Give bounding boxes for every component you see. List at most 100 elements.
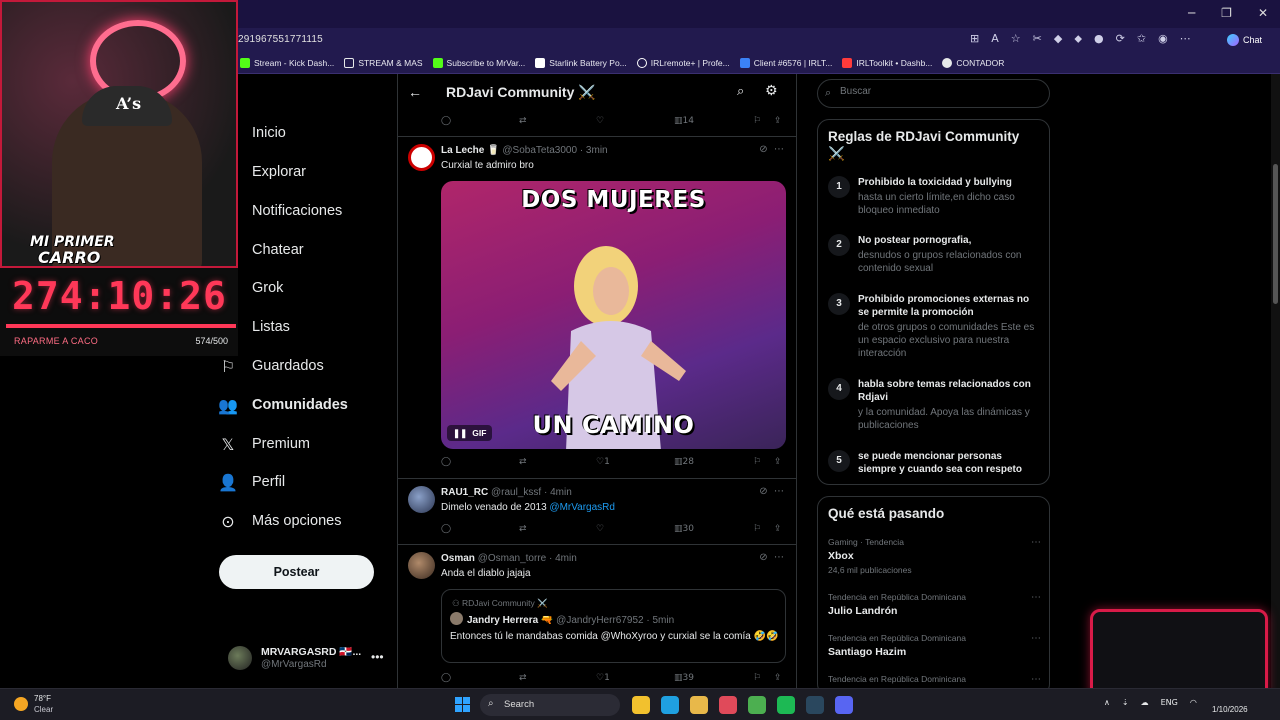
bookmark-item[interactable]: IRLToolkit • Dashb...	[842, 57, 932, 68]
reply-icon[interactable]: ◯	[441, 673, 451, 683]
account-switcher[interactable]: MRVARGASRD 🇩🇴... @MrVargasRd •••	[228, 644, 388, 674]
copilot-chat-button[interactable]: Chat	[1221, 31, 1268, 49]
views-icon[interactable]: ▥ 39	[674, 673, 694, 683]
more-icon[interactable]: ⋯	[1031, 633, 1041, 644]
views-icon[interactable]: ▥ 14	[674, 116, 694, 126]
share-icon[interactable]: ⇪	[774, 457, 782, 467]
extension-icon[interactable]: ◆	[1054, 32, 1062, 46]
cloud-icon[interactable]: ☁	[1141, 698, 1149, 707]
folder-icon[interactable]	[690, 696, 708, 714]
bookmark-icon[interactable]: ⚐	[753, 457, 761, 467]
page-scrollbar[interactable]	[1271, 74, 1280, 694]
grok-icon[interactable]: ⊘	[759, 486, 767, 497]
gear-icon[interactable]: ⚙	[765, 83, 778, 99]
nav-item-mas-opciones[interactable]: ⊙ Más opciones	[218, 502, 341, 540]
post-button[interactable]: Postear	[219, 555, 374, 589]
retweet-icon[interactable]: ⇄	[519, 457, 527, 467]
trend-item[interactable]: Tendencia en República Dominicana Julio …	[828, 592, 1043, 617]
discord-icon[interactable]	[835, 696, 853, 714]
edge-icon[interactable]	[661, 696, 679, 714]
nav-item-perfil[interactable]: 👤 Perfil	[218, 463, 285, 501]
taskbar-date[interactable]: 1/10/2026	[1212, 705, 1248, 714]
retweet-icon[interactable]: ⇄	[519, 673, 527, 683]
extension-icon[interactable]: ⟳	[1116, 32, 1125, 46]
more-icon[interactable]: ⋯	[774, 552, 784, 563]
author-name[interactable]: Osman	[441, 553, 475, 564]
share-icon[interactable]: ⇪	[774, 524, 782, 534]
grok-icon[interactable]: ⊘	[759, 552, 767, 563]
spotify-icon[interactable]	[777, 696, 795, 714]
reply-icon[interactable]: ◯	[441, 116, 451, 126]
share-icon[interactable]: ⇪	[774, 116, 782, 126]
bookmark-item[interactable]: IRLremote+ | Profe...	[636, 57, 730, 68]
author-name[interactable]: La Leche 🥛	[441, 145, 500, 156]
file-explorer-icon[interactable]	[632, 696, 650, 714]
read-aloud-icon[interactable]: A	[991, 32, 999, 46]
author-name[interactable]: RAU1_RC	[441, 487, 488, 498]
more-icon[interactable]: •••	[371, 650, 384, 664]
network-icon[interactable]: ⇣	[1122, 698, 1129, 707]
retweet-icon[interactable]: ⇄	[519, 116, 527, 126]
share-icon[interactable]: ⇪	[774, 673, 782, 683]
nav-item-comunidades[interactable]: 👥 Comunidades	[218, 386, 348, 424]
chevron-up-icon[interactable]: ∧	[1104, 698, 1110, 707]
grid-icon[interactable]: ⊞	[970, 32, 979, 46]
start-button[interactable]	[455, 697, 470, 712]
search-box[interactable]: ⌕	[817, 79, 1050, 108]
menu-icon[interactable]: ⋯	[1180, 32, 1191, 46]
like-icon[interactable]: ♡ 1	[596, 673, 610, 683]
snipping-tool-icon[interactable]	[719, 696, 737, 714]
nav-item-premium[interactable]: 𝕏 Premium	[218, 425, 310, 463]
extension-icon[interactable]: ●	[1094, 32, 1104, 46]
bookmark-item[interactable]: Client #6576 | IRLT...	[739, 57, 832, 68]
tweet[interactable]: La Leche 🥛 @SobaTeta3000 · 3min ⊘ ⋯ Curx…	[398, 136, 796, 479]
like-icon[interactable]: ♡	[596, 116, 604, 126]
bookmark-icon[interactable]: ⚐	[753, 673, 761, 683]
reply-icon[interactable]: ◯	[441, 457, 451, 467]
bookmark-item[interactable]: Subscribe to MrVar...	[432, 57, 525, 68]
taskbar-search[interactable]: ⌕ Search	[480, 694, 620, 716]
reply-icon[interactable]: ◯	[441, 524, 451, 534]
close-button[interactable]: ✕	[1258, 6, 1268, 20]
bookmark-item[interactable]: Starlink Battery Po...	[535, 57, 627, 68]
back-arrow-icon[interactable]: ←	[408, 84, 422, 100]
gif-media[interactable]: DOS MUJERES UN CAMINO ❚❚ GIF	[441, 181, 786, 449]
author-handle[interactable]: @SobaTeta3000	[502, 145, 577, 156]
views-icon[interactable]: ▥ 28	[674, 457, 694, 467]
favorite-icon[interactable]: ☆	[1011, 32, 1021, 46]
trend-item[interactable]: Tendencia en República Dominicana ⋯	[828, 674, 1043, 685]
extension-icon[interactable]: ✂	[1033, 32, 1042, 46]
chrome-icon[interactable]	[748, 696, 766, 714]
quoted-tweet[interactable]: ⚇ RDJavi Community ⚔️ Jandry Herrera 🔫 @…	[441, 589, 786, 663]
bookmark-item[interactable]: Stream - Kick Dash...	[240, 57, 334, 68]
more-icon[interactable]: ⋯	[1031, 592, 1041, 603]
bookmark-icon[interactable]: ⚐	[753, 524, 761, 534]
author-handle[interactable]: @raul_kssf	[491, 487, 541, 498]
bookmark-item[interactable]: CONTADOR	[942, 57, 1004, 68]
url-field[interactable]: 291967551771115	[238, 34, 323, 45]
search-input[interactable]	[840, 86, 1040, 97]
trend-item[interactable]: Tendencia en República Dominicana Santia…	[828, 633, 1043, 658]
views-icon[interactable]: ▥ 30	[674, 524, 694, 534]
more-icon[interactable]: ⋯	[774, 486, 784, 497]
minimize-button[interactable]: ─	[1188, 6, 1195, 20]
wifi-icon[interactable]: ◠	[1190, 698, 1197, 707]
grok-icon[interactable]: ⊘	[759, 144, 767, 155]
mention-link[interactable]: @MrVargasRd	[549, 502, 615, 513]
maximize-button[interactable]: ❐	[1221, 6, 1232, 20]
like-icon[interactable]: ♡	[596, 524, 604, 534]
more-icon[interactable]: ⋯	[1031, 537, 1041, 548]
steam-icon[interactable]	[806, 696, 824, 714]
language-indicator[interactable]: ENG	[1161, 698, 1178, 707]
more-icon[interactable]: ⋯	[774, 144, 784, 155]
author-handle[interactable]: @Osman_torre	[478, 553, 547, 564]
search-icon[interactable]: ⌕	[737, 84, 744, 99]
profile-icon[interactable]: ◉	[1158, 32, 1168, 46]
more-icon[interactable]: ⋯	[1031, 674, 1041, 685]
extension-icon[interactable]: ⬥	[1074, 32, 1082, 46]
scrollbar-thumb[interactable]	[1273, 164, 1278, 304]
like-icon[interactable]: ♡ 1	[596, 457, 610, 467]
trend-item[interactable]: Gaming · Tendencia Xbox 24,6 mil publica…	[828, 537, 1043, 575]
favorites-icon[interactable]: ✩	[1137, 32, 1146, 46]
bookmark-icon[interactable]: ⚐	[753, 116, 761, 126]
